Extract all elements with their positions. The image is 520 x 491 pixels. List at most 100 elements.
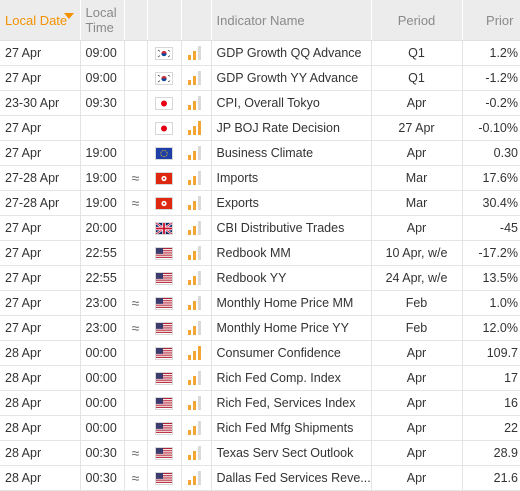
table-row[interactable]: 28 Apr 00:00 Rich Fed Comp. Index Apr 17	[0, 365, 520, 391]
country-cell	[147, 265, 182, 291]
country-cell	[147, 415, 182, 441]
table-row[interactable]: 23-30 Apr 09:30 CPI, Overall Tokyo Apr -0.2%	[0, 90, 520, 116]
indicator-name-cell[interactable]: Exports	[211, 190, 372, 216]
time-cell: 00:00	[80, 415, 125, 441]
us-flag-icon	[155, 422, 173, 436]
prior-cell: -0.2%	[462, 90, 520, 116]
importance-cell	[181, 115, 212, 141]
country-cell	[147, 165, 182, 191]
time-cell: 23:00	[80, 315, 125, 341]
table-row[interactable]: 28 Apr 00:00 Consumer Confidence Apr 109.7	[0, 340, 520, 366]
indicator-name-cell[interactable]: Redbook YY	[211, 265, 372, 291]
time-cell: 00:00	[80, 340, 125, 366]
importance-cell	[181, 190, 212, 216]
country-cell	[147, 240, 182, 266]
hong-kong-flag-icon	[155, 197, 173, 211]
indicator-name-cell[interactable]: Texas Serv Sect Outlook	[211, 440, 372, 466]
us-flag-icon	[155, 347, 173, 361]
approx-time-icon	[124, 90, 148, 116]
approx-time-icon	[124, 40, 148, 66]
table-row[interactable]: 28 Apr 00:00 Rich Fed, Services Index Apr 16	[0, 390, 520, 416]
prior-cell: 17.6%	[462, 165, 520, 191]
time-cell: 09:00	[80, 65, 125, 91]
prior-cell: 22	[462, 415, 520, 441]
column-header-local-time[interactable]: Local Time	[80, 0, 125, 41]
importance-cell	[181, 140, 212, 166]
period-cell: Apr	[371, 390, 463, 416]
country-cell	[147, 390, 182, 416]
table-row[interactable]: 27 Apr 23:00 ≈ Monthly Home Price YY Feb 12.0…	[0, 315, 520, 341]
country-cell	[147, 440, 182, 466]
importance-cell	[181, 40, 212, 66]
us-flag-icon	[155, 372, 173, 386]
table-row[interactable]: 27 Apr 22:55 Redbook YY 24 Apr, w/e 13.5%	[0, 265, 520, 291]
table-row[interactable]: 27-28 Apr 19:00 ≈ Exports Mar 30.4%	[0, 190, 520, 216]
indicator-name-cell[interactable]: Monthly Home Price YY	[211, 315, 372, 341]
importance-cell	[181, 265, 212, 291]
period-cell: Apr	[371, 215, 463, 241]
date-cell: 27 Apr	[0, 240, 81, 266]
table-row[interactable]: 27 Apr 09:00 GDP Growth YY Advance Q1 -1.2%	[0, 65, 520, 91]
table-row[interactable]: 27 Apr 23:00 ≈ Monthly Home Price MM Feb 1.0%	[0, 290, 520, 316]
table-row[interactable]: 27 Apr 19:00 Business Climate Apr 0.30	[0, 140, 520, 166]
date-cell: 27 Apr	[0, 40, 81, 66]
indicator-name-cell[interactable]: GDP Growth QQ Advance	[211, 40, 372, 66]
date-cell: 27 Apr	[0, 215, 81, 241]
importance-bars-icon	[187, 46, 202, 61]
importance-bars-icon	[187, 321, 202, 336]
period-cell: Apr	[371, 340, 463, 366]
sort-descending-icon[interactable]	[63, 13, 74, 19]
time-cell: 22:55	[80, 265, 125, 291]
date-cell: 27 Apr	[0, 140, 81, 166]
indicator-name-cell[interactable]: CBI Distributive Trades	[211, 215, 372, 241]
time-cell: 19:00	[80, 190, 125, 216]
indicator-name-cell[interactable]: Monthly Home Price MM	[211, 290, 372, 316]
approx-time-icon	[124, 390, 148, 416]
table-row[interactable]: 28 Apr 00:30 ≈ Texas Serv Sect Outlook Apr 28…	[0, 440, 520, 466]
column-header-period[interactable]: Period	[371, 0, 463, 41]
indicator-name-cell[interactable]: Rich Fed Mfg Shipments	[211, 415, 372, 441]
approx-time-icon	[124, 115, 148, 141]
date-cell: 28 Apr	[0, 440, 81, 466]
indicator-name-label: Indicator Name	[216, 12, 305, 28]
approx-time-icon: ≈	[124, 440, 148, 466]
importance-bars-icon	[187, 71, 202, 86]
table-row[interactable]: 27 Apr JP BOJ Rate Decision 27 Apr -0.10%	[0, 115, 520, 141]
time-cell: 20:00	[80, 215, 125, 241]
indicator-name-cell[interactable]: Consumer Confidence	[211, 340, 372, 366]
south-korea-flag-icon	[155, 72, 173, 86]
indicator-name-cell[interactable]: Imports	[211, 165, 372, 191]
approx-time-icon	[124, 265, 148, 291]
table-row[interactable]: 27 Apr 22:55 Redbook MM 10 Apr, w/e -17.2%	[0, 240, 520, 266]
time-cell	[80, 115, 125, 141]
period-cell: Apr	[371, 90, 463, 116]
approx-time-icon: ≈	[124, 190, 148, 216]
indicator-name-cell[interactable]: CPI, Overall Tokyo	[211, 90, 372, 116]
indicator-name-cell[interactable]: Redbook MM	[211, 240, 372, 266]
time-cell: 22:55	[80, 240, 125, 266]
table-row[interactable]: 27-28 Apr 19:00 ≈ Imports Mar 17.6%	[0, 165, 520, 191]
column-header-prior[interactable]: Prior	[462, 0, 520, 41]
country-cell	[147, 190, 182, 216]
prior-cell: 109.7	[462, 340, 520, 366]
importance-bars-icon	[187, 146, 202, 161]
table-row[interactable]: 28 Apr 00:00 Rich Fed Mfg Shipments Apr 22	[0, 415, 520, 441]
date-cell: 27-28 Apr	[0, 165, 81, 191]
table-row[interactable]: 27 Apr 09:00 GDP Growth QQ Advance Q1 1.2%	[0, 40, 520, 66]
table-row[interactable]: 27 Apr 20:00 CBI Distributive Trades Apr -45	[0, 215, 520, 241]
importance-bars-icon	[187, 296, 202, 311]
time-cell: 09:00	[80, 40, 125, 66]
indicator-name-cell[interactable]: Rich Fed Comp. Index	[211, 365, 372, 391]
prior-cell: -45	[462, 215, 520, 241]
japan-flag-icon	[155, 122, 173, 136]
column-header-indicator-name[interactable]: Indicator Name	[211, 0, 372, 41]
country-cell	[147, 340, 182, 366]
time-cell: 23:00	[80, 290, 125, 316]
indicator-name-cell[interactable]: JP BOJ Rate Decision	[211, 115, 372, 141]
indicator-name-cell[interactable]: GDP Growth YY Advance	[211, 65, 372, 91]
period-cell: Apr	[371, 415, 463, 441]
importance-bars-icon	[187, 346, 202, 361]
indicator-name-cell[interactable]: Rich Fed, Services Index	[211, 390, 372, 416]
column-header-local-date[interactable]: Local Date	[0, 0, 81, 41]
indicator-name-cell[interactable]: Business Climate	[211, 140, 372, 166]
